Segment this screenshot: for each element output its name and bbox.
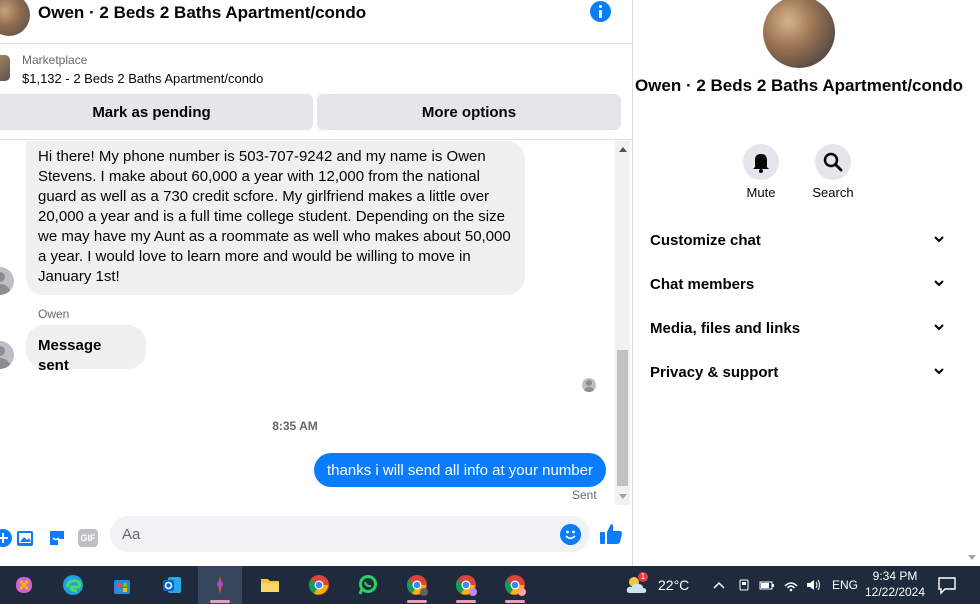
messenger-window: Owen · 2 Beds 2 Baths Apartment/condo Ma… [0, 0, 980, 604]
chevron-down-icon [934, 280, 944, 287]
scroll-down-arrow-icon[interactable] [619, 494, 627, 499]
info-icon[interactable] [590, 1, 611, 22]
privacy-support-section[interactable]: Privacy & support [634, 352, 964, 392]
mute-button[interactable]: Mute [726, 144, 796, 200]
sender-name: Owen [38, 307, 70, 321]
emoji-icon[interactable] [560, 524, 581, 545]
incoming-message[interactable]: Message sent [26, 325, 146, 374]
file-explorer-icon[interactable] [248, 566, 292, 604]
search-button[interactable]: Search [798, 144, 868, 200]
temperature: 22°C [658, 577, 690, 593]
sticker-icon[interactable] [46, 527, 68, 549]
message-list: Hi there! My phone number is 503-707-924… [0, 141, 615, 505]
scrollbar-thumb[interactable] [617, 350, 628, 486]
sent-status: Sent [572, 488, 597, 502]
section-label: Privacy & support [650, 364, 779, 381]
running-indicator [407, 600, 427, 603]
chevron-down-icon [934, 324, 944, 331]
edge-icon[interactable] [51, 566, 95, 604]
message-input[interactable] [110, 516, 590, 552]
section-label: Media, files and links [650, 320, 801, 337]
taskbar: 1 22°C ENG 9:34 PM 12/22/2024 [0, 566, 980, 604]
language-indicator[interactable]: ENG [832, 578, 858, 592]
system-tray: ENG [712, 566, 858, 604]
sender-avatar[interactable] [0, 341, 14, 369]
notifications-icon[interactable] [937, 575, 957, 595]
thumbs-up-icon[interactable] [598, 522, 624, 546]
battery-icon[interactable] [758, 577, 776, 593]
running-indicator [456, 600, 476, 603]
add-circle-icon[interactable] [0, 527, 14, 549]
more-options-button[interactable]: More options [317, 94, 621, 130]
weather-widget[interactable]: 1 22°C [624, 566, 689, 604]
conversation-avatar[interactable] [0, 0, 30, 36]
chat-pane: Owen · 2 Beds 2 Baths Apartment/condo Ma… [0, 0, 633, 566]
outlook-icon[interactable] [150, 566, 194, 604]
message-timestamp: 8:35 AM [272, 419, 318, 433]
mark-as-pending-button[interactable]: Mark as pending [0, 94, 313, 130]
active-app-icon[interactable] [198, 566, 242, 604]
search-label: Search [812, 185, 854, 200]
marketplace-banner: Marketplace $1,132 - 2 Beds 2 Baths Apar… [0, 45, 632, 140]
chrome-icon[interactable] [297, 566, 341, 604]
search-icon[interactable] [815, 144, 851, 180]
clock-time: 9:34 PM [872, 569, 918, 583]
chrome-profile-icon[interactable] [444, 566, 488, 604]
conversation-info-panel: Owen · 2 Beds 2 Baths Apartment/condo Mu… [634, 0, 964, 566]
wifi-icon[interactable] [782, 577, 800, 593]
customize-chat-section[interactable]: Customize chat [634, 220, 964, 260]
store-icon[interactable] [100, 566, 144, 604]
clock[interactable]: 9:34 PM 12/22/2024 [860, 568, 930, 600]
marketplace-label: Marketplace [22, 53, 88, 67]
conversation-avatar-large[interactable] [763, 0, 835, 68]
incoming-message[interactable]: Hi there! My phone number is 503-707-924… [26, 141, 525, 295]
copilot-icon[interactable] [2, 566, 46, 604]
message-composer: GIF [0, 505, 632, 566]
speaker-icon[interactable] [804, 577, 822, 593]
gif-icon[interactable]: GIF [78, 529, 98, 547]
section-label: Chat members [650, 276, 755, 293]
page-scrollbar[interactable] [964, 0, 980, 566]
photo-icon[interactable] [14, 527, 36, 549]
device-icon[interactable] [736, 577, 752, 593]
clock-date: 12/22/2024 [864, 585, 926, 599]
chat-header: Owen · 2 Beds 2 Baths Apartment/condo [0, 0, 632, 44]
message-scrollbar[interactable] [615, 141, 630, 505]
listing-thumbnail[interactable] [0, 55, 10, 81]
chrome-profile-icon[interactable] [493, 566, 537, 604]
info-panel-title: Owen · 2 Beds 2 Baths Apartment/condo [634, 76, 964, 95]
chevron-up-icon[interactable] [712, 578, 726, 592]
chevron-down-icon [934, 236, 944, 243]
section-label: Customize chat [650, 232, 761, 249]
mute-label: Mute [746, 185, 776, 200]
whatsapp-icon[interactable] [346, 566, 390, 604]
bell-icon[interactable] [743, 144, 779, 180]
running-indicator [505, 600, 525, 603]
seen-indicator-avatar [582, 378, 596, 392]
weather-badge: 1 [638, 572, 648, 582]
media-files-links-section[interactable]: Media, files and links [634, 308, 964, 348]
chat-members-section[interactable]: Chat members [634, 264, 964, 304]
active-indicator [210, 600, 230, 603]
chrome-profile-icon[interactable] [395, 566, 439, 604]
scroll-up-arrow-icon[interactable] [619, 147, 627, 152]
conversation-title[interactable]: Owen · 2 Beds 2 Baths Apartment/condo [38, 3, 366, 23]
sender-avatar[interactable] [0, 267, 14, 295]
listing-title[interactable]: $1,132 - 2 Beds 2 Baths Apartment/condo [22, 71, 263, 86]
chevron-down-icon [934, 368, 944, 375]
scroll-down-arrow-icon[interactable] [968, 555, 976, 560]
outgoing-message[interactable]: thanks i will send all info at your numb… [314, 453, 606, 487]
